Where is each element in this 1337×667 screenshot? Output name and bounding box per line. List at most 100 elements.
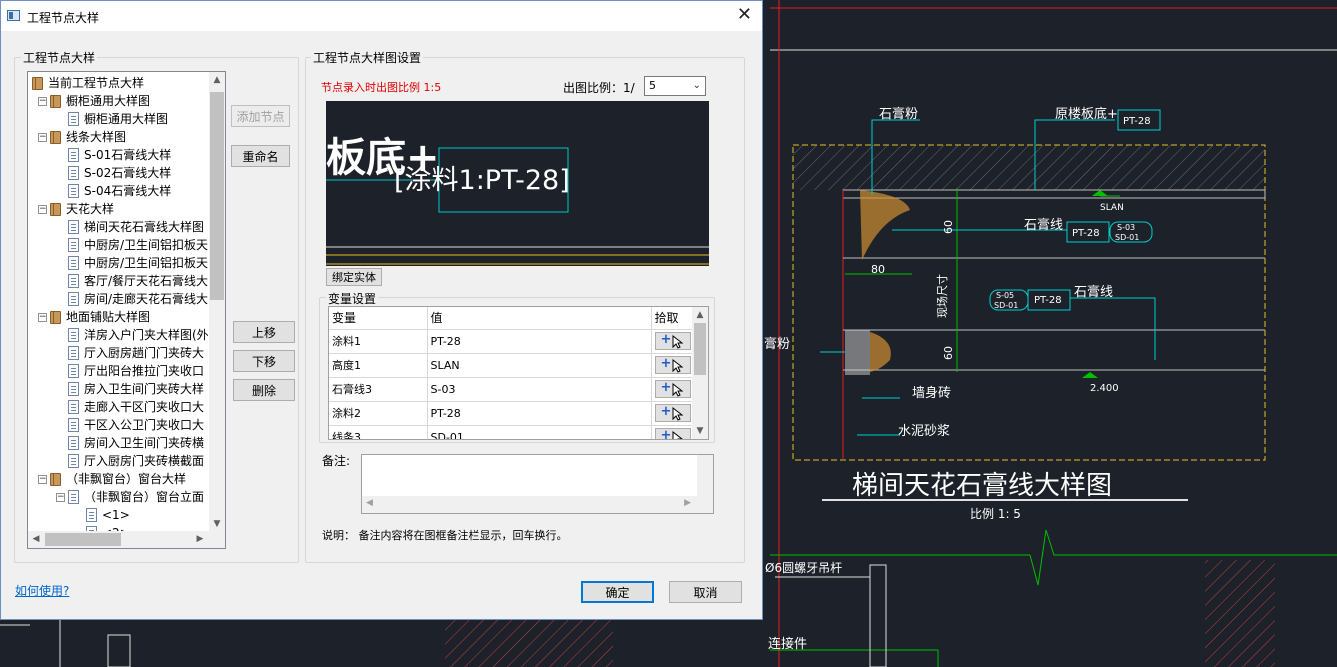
scroll-down-icon[interactable]: ▼ [209, 516, 225, 532]
table-row[interactable]: 线条3 SD-01 + [329, 425, 693, 440]
variable-value-cell[interactable]: SLAN [427, 353, 652, 378]
variables-group-label: 变量设置 [326, 290, 379, 307]
tree-item[interactable]: − 橱柜通用大样图 [28, 92, 210, 110]
scroll-thumb[interactable] [210, 92, 224, 300]
tree-item-label: （非飘窗台）窗台立面 [84, 490, 205, 504]
pick-cell: + [651, 329, 693, 354]
scroll-down-icon[interactable]: ▼ [692, 423, 708, 439]
tree-item[interactable]: <1> [28, 506, 210, 524]
scroll-up-icon[interactable]: ▲ [209, 72, 225, 88]
tree-item[interactable]: − 线条大样图 [28, 128, 210, 146]
tree-item[interactable]: 中厨房/卫生间铝扣板天 [28, 236, 210, 254]
dialog-titlebar[interactable]: 工程节点大样 ✕ [1, 1, 762, 31]
bind-entity-button[interactable]: 绑定实体 [326, 268, 382, 286]
tree-item[interactable]: 梯间天花石膏线大样图 [28, 218, 210, 236]
pick-button[interactable]: + [654, 380, 691, 398]
tree-item[interactable]: S-01石膏线大样 [28, 146, 210, 164]
scroll-left-icon[interactable]: ◀ [366, 498, 373, 508]
add-node-button[interactable]: 添加节点 [231, 105, 290, 127]
scale-select[interactable]: 5 ⌄ [644, 76, 706, 96]
variable-value-cell[interactable]: PT-28 [427, 329, 652, 354]
document-icon [68, 364, 79, 378]
variable-name-cell[interactable]: 线条3 [329, 425, 428, 439]
grid-vertical-scrollbar[interactable]: ▲ ▼ [692, 307, 708, 439]
cad-label-connector: 连接件 [768, 636, 807, 652]
table-row[interactable]: 高度1 SLAN + [329, 353, 693, 378]
cancel-button[interactable]: 取消 [669, 581, 742, 603]
tree-item[interactable]: 中厨房/卫生间铝扣板天 [28, 254, 210, 272]
collapse-toggle-icon[interactable]: − [38, 475, 47, 484]
collapse-toggle-icon[interactable]: − [38, 97, 47, 106]
grid-body: 涂料1 PT-28 + 高度1 SLAN + 石膏线3 S-03 + 涂料2 PT-28 + 线条3 SD… [329, 329, 693, 440]
tree-item[interactable]: 房间入卫生间门夹砖横 [28, 434, 210, 452]
scroll-up-icon[interactable]: ▲ [692, 307, 708, 323]
tree-item[interactable]: − （非飘窗台）窗台立面 [28, 488, 210, 506]
table-row[interactable]: 涂料2 PT-28 + [329, 401, 693, 426]
pick-button[interactable]: + [654, 428, 691, 440]
book-icon [50, 203, 61, 216]
table-row[interactable]: 涂料1 PT-28 + [329, 329, 693, 354]
tree-item[interactable]: − 天花大样 [28, 200, 210, 218]
cad-label-cement: 水泥砂浆 [898, 424, 950, 439]
tree-item[interactable]: − （非飘窗台）窗台大样 [28, 470, 210, 488]
variable-value-cell[interactable]: S-03 [427, 377, 652, 402]
tree-item[interactable]: 走廊入干区门夹收口大 [28, 398, 210, 416]
move-down-button[interactable]: 下移 [233, 350, 295, 372]
remark-vertical-scrollbar[interactable] [697, 455, 713, 497]
table-row[interactable]: 石膏线3 S-03 + [329, 377, 693, 402]
tree-item[interactable]: 洋房入户门夹大样图(外 [28, 326, 210, 344]
collapse-toggle-icon[interactable]: − [38, 313, 47, 322]
tree-item-label: S-02石膏线大样 [84, 166, 172, 180]
ok-button[interactable]: 确定 [581, 581, 654, 603]
scroll-right-icon[interactable]: ▶ [684, 498, 691, 508]
collapse-toggle-icon[interactable]: − [38, 205, 47, 214]
tree-item[interactable]: S-04石膏线大样 [28, 182, 210, 200]
close-icon[interactable]: ✕ [737, 5, 752, 25]
tree-item[interactable]: 当前工程节点大样 [28, 74, 210, 92]
tree-item[interactable]: − 地面铺贴大样图 [28, 308, 210, 326]
scroll-right-icon[interactable]: ▶ [192, 531, 208, 548]
plus-icon: + [660, 428, 672, 440]
variable-name-cell[interactable]: 石膏线3 [329, 377, 428, 402]
remark-textarea[interactable]: ◀ ▶ [361, 454, 714, 514]
pick-button[interactable]: + [654, 356, 691, 374]
help-link[interactable]: 如何使用? [15, 582, 69, 599]
collapse-toggle-icon[interactable]: − [56, 493, 65, 502]
tree-item[interactable]: 橱柜通用大样图 [28, 110, 210, 128]
variable-value-cell[interactable]: SD-01 [427, 425, 652, 439]
rename-button[interactable]: 重命名 [231, 145, 290, 167]
scale-label: 出图比例：1/ [563, 81, 635, 95]
tree-item[interactable]: 房入卫生间门夹砖大样 [28, 380, 210, 398]
tree-item[interactable]: 厅出阳台推拉门夹收口 [28, 362, 210, 380]
grid-scroll-thumb[interactable] [694, 323, 706, 375]
grid-header-var: 变量 [329, 307, 428, 330]
tree-item[interactable]: 客厅/餐厅天花石膏线大 [28, 272, 210, 290]
document-icon [68, 400, 79, 414]
variable-value-cell[interactable]: PT-28 [427, 401, 652, 426]
variable-name-cell[interactable]: 涂料1 [329, 329, 428, 354]
cursor-arrow-icon [672, 383, 683, 397]
pick-button[interactable]: + [654, 404, 691, 422]
remark-horizontal-scrollbar[interactable]: ◀ ▶ [362, 496, 713, 513]
variables-grid[interactable]: 变量 值 拾取 涂料1 PT-28 + 高度1 SLAN + 石膏线3 S-03 + 涂料2 PT-… [328, 306, 709, 440]
tree-item[interactable]: 厅入厨房门夹砖横截面 [28, 452, 210, 470]
book-icon [50, 473, 61, 486]
tree-item[interactable]: 干区入公卫门夹收口大 [28, 416, 210, 434]
variable-name-cell[interactable]: 涂料2 [329, 401, 428, 426]
delete-button[interactable]: 删除 [233, 379, 295, 401]
preview-canvas[interactable]: 板底+ [涂料1:PT-28] [326, 101, 709, 266]
tree-item[interactable]: 厅入厨房趟门门夹砖大 [28, 344, 210, 362]
node-tree[interactable]: 当前工程节点大样 − 橱柜通用大样图 橱柜通用大样图 − 线条大样图 S-01石膏线大样 S-… [27, 71, 226, 549]
plus-icon: + [660, 404, 672, 419]
tree-item[interactable]: 房间/走廊天花石膏线大 [28, 290, 210, 308]
tree-horizontal-scrollbar[interactable]: ◀ ▶ [28, 531, 225, 548]
move-up-button[interactable]: 上移 [233, 321, 295, 343]
variable-name-cell[interactable]: 高度1 [329, 353, 428, 378]
scroll-left-icon[interactable]: ◀ [28, 531, 44, 548]
pick-button[interactable]: + [654, 332, 691, 350]
tree-item[interactable]: S-02石膏线大样 [28, 164, 210, 182]
tree-item-label: 地面铺贴大样图 [66, 310, 151, 324]
collapse-toggle-icon[interactable]: − [38, 133, 47, 142]
hscroll-thumb[interactable] [45, 533, 121, 546]
tree-vertical-scrollbar[interactable]: ▲ ▼ [209, 72, 225, 532]
